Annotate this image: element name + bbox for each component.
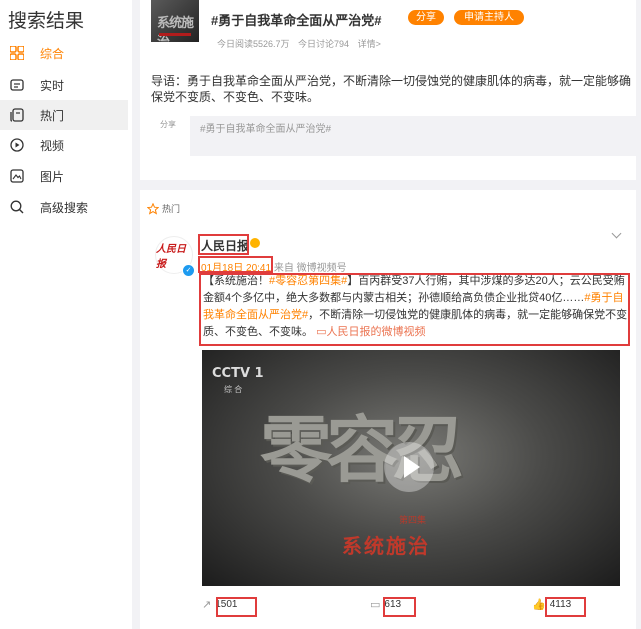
share-composer: 分享 #勇于自我革命全面从严治党#	[154, 116, 636, 156]
sidebar-item-label: 综合	[40, 46, 65, 61]
topic-guide: 导语：勇于自我革命全面从严治党，不断清除一切侵蚀党的健康肌体的病毒，就一定能够确…	[151, 74, 632, 104]
hot-section-label: 热门	[147, 202, 180, 215]
hot-section-text: 热门	[162, 204, 181, 214]
chevron-down-icon[interactable]	[611, 228, 622, 239]
sidebar-item-picture[interactable]: 图片	[0, 161, 128, 191]
sidebar: 搜索结果 综合 实时 热门 视频 图片 高级搜索	[0, 0, 132, 629]
video-subtitle: 系统施治	[342, 536, 430, 558]
thumbs-up-icon: 👍	[532, 599, 546, 611]
topic-details-link[interactable]: 详情>	[358, 39, 381, 49]
sidebar-item-label: 热门	[40, 108, 65, 123]
play-button[interactable]	[384, 442, 434, 492]
topic-stats: 今日阅读5526.7万 今日讨论794 详情>	[217, 37, 387, 50]
comment-icon: ▭	[370, 599, 381, 611]
topic-thumbnail[interactable]: 系统施治	[151, 0, 199, 42]
apply-host-button[interactable]: 申请主持人	[454, 10, 524, 25]
sidebar-item-hot[interactable]: 热门	[0, 100, 128, 130]
sidebar-item-video[interactable]: 视频	[0, 130, 128, 160]
picture-icon	[10, 169, 24, 183]
topic-reads: 今日阅读5526.7万	[217, 39, 290, 49]
hot-icon	[10, 108, 24, 122]
sidebar-item-label: 视频	[40, 138, 65, 153]
share-button[interactable]: 分享	[408, 10, 444, 25]
channel-subtitle: 综 合	[224, 385, 243, 394]
topic-thumbnail-text: 系统施治	[157, 15, 194, 42]
verified-icon: ✓	[182, 264, 195, 277]
video-episode: 第四集	[399, 515, 427, 525]
star-icon	[147, 202, 159, 215]
sidebar-item-label: 图片	[40, 169, 65, 184]
video-player[interactable]: CCTV 1 综 合 零容忍 第四集 系统施治	[202, 350, 620, 586]
sidebar-item-comprehensive[interactable]: 综合	[0, 38, 128, 68]
realtime-icon	[10, 78, 24, 92]
post-text-highlight-box	[199, 273, 630, 346]
sidebar-item-realtime[interactable]: 实时	[0, 70, 128, 100]
time-highlight-box	[198, 256, 273, 273]
like-highlight-box	[545, 597, 586, 617]
topic-card: 系统施治 #勇于自我革命全面从严治党# 分享 申请主持人 今日阅读5526.7万…	[140, 0, 636, 180]
sidebar-item-label: 高级搜索	[40, 200, 89, 215]
author-badge-icon	[250, 238, 260, 248]
sidebar-item-label: 实时	[40, 78, 65, 93]
video-icon	[10, 138, 24, 152]
comment-highlight-box	[383, 597, 416, 617]
topic-title[interactable]: #勇于自我革命全面从严治党#	[211, 10, 381, 29]
repost-highlight-box	[216, 597, 257, 617]
repost-icon: ↗	[202, 599, 212, 611]
share-input[interactable]: #勇于自我革命全面从严治党#	[190, 116, 636, 156]
post-card: 热门 人民日报 ✓ 人民日报 01月18日 20:41 来自 微博视频号 【系统…	[140, 190, 636, 629]
share-composer-icon: 分享	[160, 120, 176, 129]
author-highlight-box	[198, 234, 249, 255]
grid-icon	[10, 46, 24, 60]
sidebar-title: 搜索结果	[8, 11, 85, 32]
channel-logo: CCTV 1	[212, 366, 264, 381]
sidebar-item-advanced-search[interactable]: 高级搜索	[0, 192, 128, 222]
search-icon	[10, 200, 24, 214]
topic-discussions: 今日讨论794	[298, 39, 350, 49]
